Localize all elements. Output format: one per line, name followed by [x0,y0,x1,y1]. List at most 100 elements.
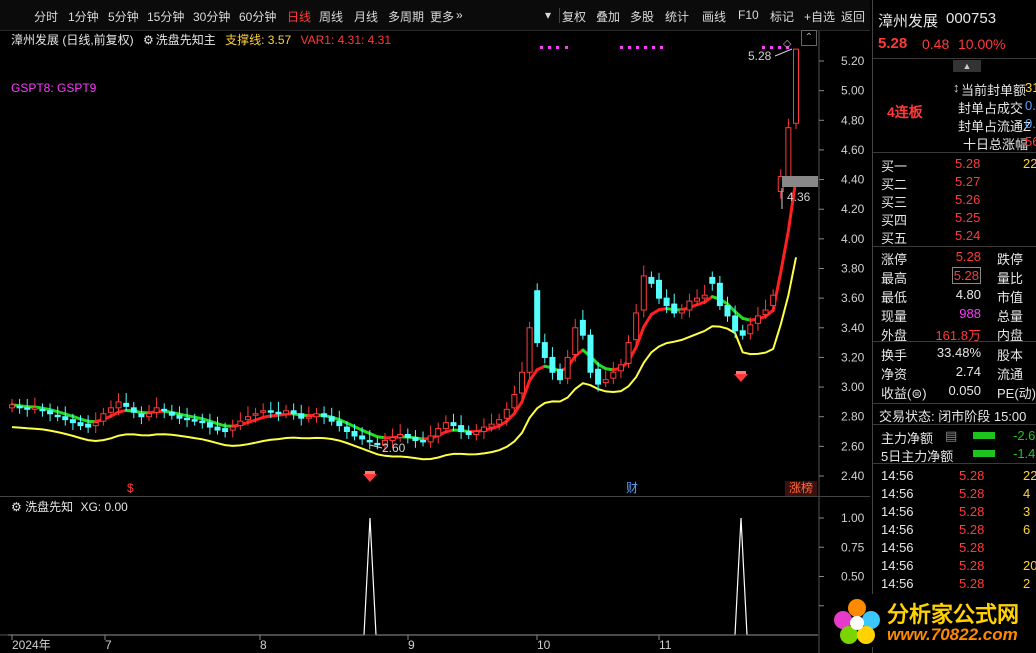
multi-stock-button[interactable]: 多股 [630,8,654,25]
candle-body [184,417,191,421]
period-tab-timeshare[interactable]: 分时 [34,8,58,25]
gspt-marker [620,46,623,49]
period-tab-multi[interactable]: 多周期 [388,8,424,25]
candle-body [701,294,708,299]
sub-indicator-title[interactable]: 洗盘先知 [25,500,73,514]
tick-price: 5.28 [959,486,985,501]
tick-price: 5.28 [959,522,985,537]
stat-value: 2.74 [955,364,981,379]
candle-body [709,276,716,284]
divider [873,424,1036,425]
seal-value: 0.0 [1025,116,1036,131]
candle-body [526,327,533,373]
more-dropdown-icon[interactable]: » [456,8,463,22]
statistics-button[interactable]: 统计 [665,8,689,25]
watermark-logo: 分析家公式网 www.70822.com [825,594,1036,647]
candle-body [47,410,54,415]
bid-price: 5.25 [955,210,981,225]
back-button[interactable]: 返回 [841,8,865,25]
candle-body [549,356,556,373]
divider [873,403,1036,404]
tick-row: 14:56 5.28 20 [873,557,1036,575]
gspt-marker [778,46,781,49]
f10-button[interactable]: F10 [738,8,759,22]
stat-label: 最高 [881,271,908,286]
var1-segment [779,229,790,274]
candle-body [716,282,723,307]
indicator-name[interactable]: 洗盘先知主 [156,33,216,47]
candle-body [39,408,46,412]
adjust-button[interactable]: 复权 [562,8,586,25]
period-tab-5min[interactable]: 5分钟 [108,8,139,25]
period-tab-monthly[interactable]: 月线 [354,8,378,25]
period-tab-1min[interactable]: 1分钟 [68,8,99,25]
price-tick-label: 3.80 [841,262,865,276]
stat-label: 最低 [881,290,908,305]
candle-body [587,334,594,373]
period-tab-15min[interactable]: 15分钟 [147,8,184,25]
diamond-signal-icon [363,474,377,482]
candle-body [191,419,198,422]
divider [873,58,1036,59]
indicator-settings-icon[interactable]: ⚙ [143,33,154,47]
chart-controls-icon[interactable]: ⌃ [801,30,817,46]
seal-label: 十日总涨幅 [963,137,1029,152]
overlay-button[interactable]: 叠加 [596,8,620,25]
add-watchlist-button[interactable]: +自选 [804,8,835,25]
period-tab-daily[interactable]: 日线 [287,8,311,25]
candle-body [298,413,305,419]
period-tab-weekly[interactable]: 周线 [319,8,343,25]
stat-value: 988 [959,306,981,321]
time-tick-label: 9 [408,638,415,652]
candle-body [290,410,297,415]
seal-value: 31 [1025,80,1036,95]
mark-button[interactable]: 标记 [770,8,794,25]
info-icon[interactable]: ▤ [945,428,957,444]
stat-label: 涨停 [881,252,908,267]
stat-row: 外盘 161.8万 内盘 [873,324,1036,343]
candle-body [412,436,419,441]
candle-body [107,407,114,413]
candle-body [77,422,84,427]
var1-label: VAR1: 4.31 [300,33,361,47]
expand-down-icon[interactable]: ▾ [545,8,551,22]
tick-time: 14:56 [881,522,914,537]
sub-indicator-svg: 1.000.750.500.252024年7891011 [0,497,865,653]
support-line [11,257,797,461]
price-tick-label: 3.40 [841,321,865,335]
bid-price: 5.26 [955,192,981,207]
draw-line-button[interactable]: 画线 [702,8,726,25]
event-marker-limit-up[interactable]: 涨榜 [789,480,813,495]
candle-body [16,405,23,409]
candle-body [328,416,335,422]
period-tab-60min[interactable]: 60分钟 [239,8,276,25]
candle-body [138,413,145,418]
candle-body [351,431,358,437]
candle-body [420,439,427,443]
candle-body [404,434,411,438]
candle-body [176,414,183,419]
tick-price: 5.28 [959,576,985,591]
tick-time: 14:56 [881,468,914,483]
event-marker-finance[interactable]: 财 [626,481,638,495]
price-tick-label: 3.60 [841,291,865,305]
tick-price: 5.28 [959,558,985,573]
main-kline-chart[interactable]: 5.20 5.00 4.80 4.60 4.40 4.20 4.00 3.80 3.60 3.40… [0,30,870,496]
event-marker-dividend[interactable]: $ [127,481,134,495]
candle-body [275,411,282,415]
sub-settings-icon[interactable]: ⚙ [11,500,22,514]
candle-body [359,435,366,440]
collapse-icon[interactable]: ▲ [953,60,981,72]
divider [873,152,1036,153]
sub-indicator-chart[interactable]: 1.000.750.500.252024年7891011 ⚙ 洗盘先知 XG: … [0,496,870,653]
diamond-signal-icon [736,371,746,374]
gspt-marker [660,46,663,49]
tick-volume: 4 [1023,486,1031,501]
current-price-annotation: 4.36 [787,190,811,204]
candle-body [374,442,381,446]
fund-value: -2.6 [1013,428,1036,443]
candle-body [24,407,31,410]
stat-label-2: 市值 [997,290,1024,305]
period-tab-more[interactable]: 更多 [430,8,454,25]
period-tab-30min[interactable]: 30分钟 [193,8,230,25]
